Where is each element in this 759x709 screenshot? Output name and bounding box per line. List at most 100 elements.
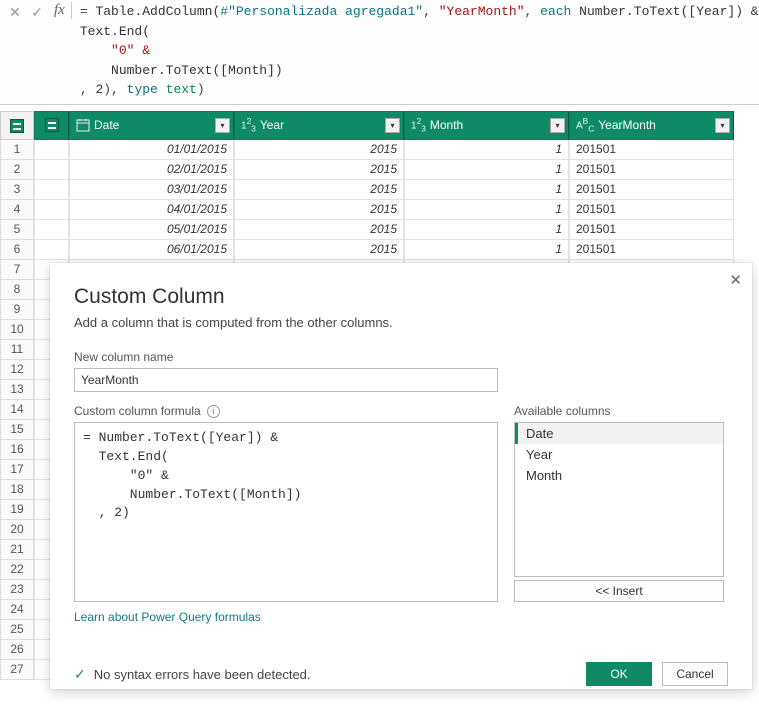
row-number[interactable]: 22 [0,560,34,580]
available-columns-list[interactable]: DateYearMonth [514,422,724,577]
cell-date[interactable]: 02/01/2015 [69,160,234,180]
cell-date[interactable]: 05/01/2015 [69,220,234,240]
cell-yearmonth[interactable]: 201501 [569,160,734,180]
cell-year[interactable]: 2015 [234,160,404,180]
row-number[interactable]: 14 [0,400,34,420]
available-column-item[interactable]: Year [515,444,723,465]
close-icon[interactable]: ✕ [729,271,742,289]
row-number[interactable]: 16 [0,440,34,460]
row-select[interactable] [34,220,69,240]
row-number[interactable]: 5 [0,220,34,240]
formula-editor[interactable]: = Number.ToText([Year]) & Text.End( "0" … [74,422,498,602]
row-select[interactable] [34,180,69,200]
new-column-name-input[interactable] [74,368,498,392]
table-row[interactable]: 03/01/201520151201501 [34,180,759,200]
fx-icon[interactable]: fx [52,2,72,19]
filter-dropdown-icon[interactable]: ▾ [385,118,400,133]
row-number[interactable]: 13 [0,380,34,400]
info-icon[interactable]: i [207,405,220,418]
cell-yearmonth[interactable]: 201501 [569,200,734,220]
available-column-item[interactable]: Month [515,465,723,486]
row-number[interactable]: 20 [0,520,34,540]
t: #"Personalizada agregada1" [220,4,423,19]
cell-date[interactable]: 06/01/2015 [69,240,234,260]
row-number[interactable]: 1 [0,140,34,160]
row-number[interactable]: 11 [0,340,34,360]
row-number[interactable]: 7 [0,260,34,280]
row-number[interactable]: 25 [0,620,34,640]
available-column-item[interactable]: Date [515,423,723,444]
cell-month[interactable]: 1 [404,180,569,200]
cell-month[interactable]: 1 [404,220,569,240]
row-number[interactable]: 6 [0,240,34,260]
cell-year[interactable]: 2015 [234,220,404,240]
row-select[interactable] [34,240,69,260]
filter-dropdown-icon[interactable]: ▾ [215,118,230,133]
t: ) [197,82,205,97]
column-header-year[interactable]: 123 Year ▾ [234,111,404,140]
cell-month[interactable]: 1 [404,160,569,180]
table-icon [10,119,24,133]
table-row[interactable]: 05/01/201520151201501 [34,220,759,240]
cell-date[interactable]: 03/01/2015 [69,180,234,200]
row-number[interactable]: 21 [0,540,34,560]
custom-column-dialog: ✕ Custom Column Add a column that is com… [50,263,752,689]
cell-yearmonth[interactable]: 201501 [569,140,734,160]
row-number[interactable]: 4 [0,200,34,220]
cancel-edit-icon[interactable]: ✕ [8,4,22,21]
t: each [540,4,571,19]
ok-button[interactable]: OK [586,662,652,686]
number-type-icon: 123 [411,116,426,133]
row-select[interactable] [34,140,69,160]
row-number[interactable]: 23 [0,580,34,600]
row-number[interactable]: 12 [0,360,34,380]
table-row[interactable]: 02/01/201520151201501 [34,160,759,180]
filter-dropdown-icon[interactable]: ▾ [550,118,565,133]
select-all-header[interactable] [34,111,69,140]
cell-year[interactable]: 2015 [234,240,404,260]
cancel-button[interactable]: Cancel [662,662,728,686]
cell-year[interactable]: 2015 [234,180,404,200]
row-number[interactable]: 3 [0,180,34,200]
row-number[interactable]: 8 [0,280,34,300]
confirm-edit-icon[interactable]: ✓ [30,4,44,21]
row-number[interactable]: 26 [0,640,34,660]
row-number[interactable]: 2 [0,160,34,180]
row-corner[interactable] [0,111,34,140]
filter-dropdown-icon[interactable]: ▾ [715,118,730,133]
col-label: Date [94,118,119,132]
formula-label-text: Custom column formula [74,404,201,418]
table-row[interactable]: 01/01/201520151201501 [34,140,759,160]
row-select[interactable] [34,160,69,180]
cell-date[interactable]: 01/01/2015 [69,140,234,160]
formula-code[interactable]: = Table.AddColumn(#"Personalizada agrega… [80,2,759,100]
cell-yearmonth[interactable]: 201501 [569,240,734,260]
learn-link[interactable]: Learn about Power Query formulas [74,610,261,624]
row-select[interactable] [34,200,69,220]
table-row[interactable]: 06/01/201520151201501 [34,240,759,260]
row-number[interactable]: 24 [0,600,34,620]
row-number[interactable]: 17 [0,460,34,480]
cell-month[interactable]: 1 [404,200,569,220]
row-number[interactable]: 27 [0,660,34,680]
cell-month[interactable]: 1 [404,240,569,260]
column-header-month[interactable]: 123 Month ▾ [404,111,569,140]
table-row[interactable]: 04/01/201520151201501 [34,200,759,220]
cell-month[interactable]: 1 [404,140,569,160]
t [158,82,166,97]
dialog-subtitle: Add a column that is computed from the o… [74,315,728,330]
row-number[interactable]: 19 [0,500,34,520]
t: Number.ToText([Month]) [80,63,283,78]
insert-button[interactable]: << Insert [514,580,724,602]
cell-year[interactable]: 2015 [234,140,404,160]
row-number[interactable]: 9 [0,300,34,320]
cell-date[interactable]: 04/01/2015 [69,200,234,220]
column-header-date[interactable]: Date ▾ [69,111,234,140]
cell-yearmonth[interactable]: 201501 [569,180,734,200]
row-number[interactable]: 10 [0,320,34,340]
row-number[interactable]: 15 [0,420,34,440]
cell-year[interactable]: 2015 [234,200,404,220]
cell-yearmonth[interactable]: 201501 [569,220,734,240]
row-number[interactable]: 18 [0,480,34,500]
column-header-yearmonth[interactable]: ABC YearMonth ▾ [569,111,734,140]
